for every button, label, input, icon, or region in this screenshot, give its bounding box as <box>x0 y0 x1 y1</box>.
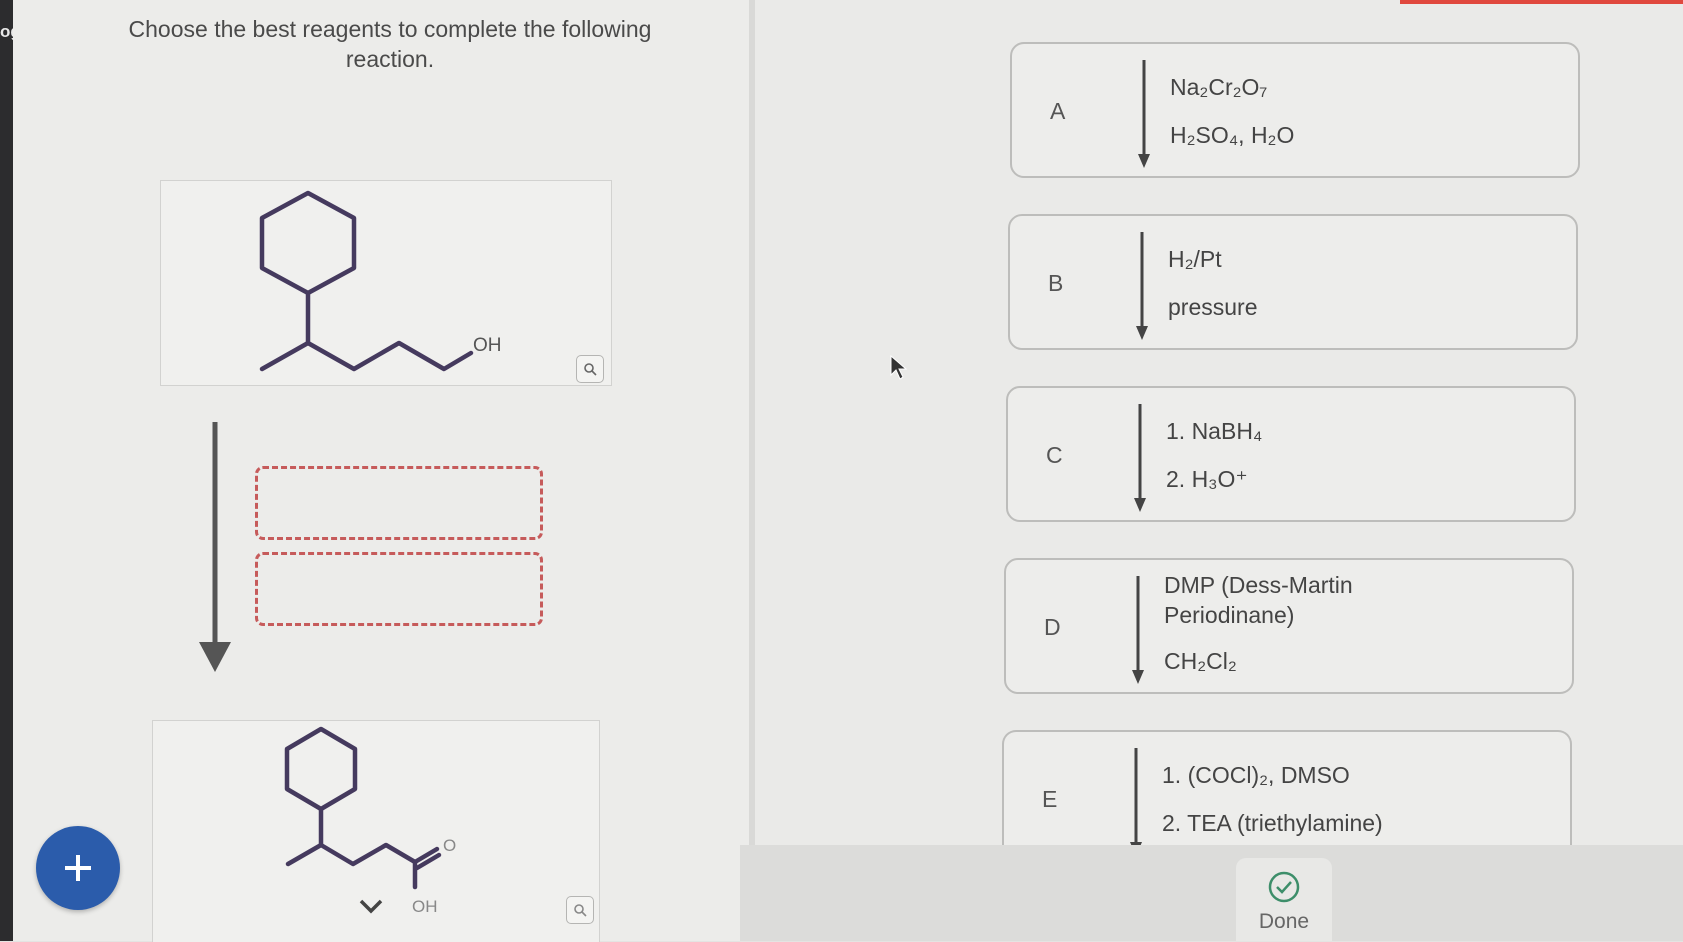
magnifier-icon <box>584 363 597 376</box>
reagent-drop-slot-2[interactable] <box>255 552 543 626</box>
option-letter: B <box>1048 270 1064 296</box>
option-arrow <box>1132 576 1144 684</box>
reagent-option-a[interactable]: A Na₂Cr₂O₇ H₂SO₄, H₂O <box>1010 42 1580 178</box>
option-reagent-line-2: 2. TEA (triethylamine) <box>1162 810 1383 836</box>
question-text: Choose the best reagents to complete the… <box>128 16 652 72</box>
bottom-toolbar <box>740 845 1683 941</box>
reagent-option-c[interactable]: C 1. NaBH₄ 2. H₃O⁺ <box>1006 386 1576 522</box>
reagent-option-b[interactable]: B H₂/Pt pressure <box>1008 214 1578 350</box>
reaction-arrow <box>199 422 231 672</box>
option-letter: D <box>1044 614 1061 640</box>
option-reagent-line-2: 2. H₃O⁺ <box>1166 466 1248 492</box>
reagent-option-e[interactable]: E 1. (COCl)₂, DMSO 2. TEA (triethylamine… <box>1002 730 1572 856</box>
option-arrow <box>1130 748 1142 856</box>
reagent-drop-slot-1[interactable] <box>255 466 543 540</box>
starting-material-box: OH <box>160 180 612 386</box>
option-reagent-line-2: H₂SO₄, H₂O <box>1170 122 1295 148</box>
option-reagent-line-2: pressure <box>1168 294 1258 320</box>
done-label: Done <box>1258 910 1310 933</box>
top-accent-bar <box>1400 0 1683 4</box>
option-reagent-line-1: 1. NaBH₄ <box>1166 418 1263 444</box>
zoom-button-product[interactable] <box>566 896 594 924</box>
plus-icon <box>65 855 91 881</box>
product-o-label: O <box>443 836 456 855</box>
option-arrow <box>1136 232 1148 340</box>
option-letter: E <box>1042 786 1058 812</box>
starting-material-oh-label: OH <box>473 335 502 356</box>
left-edge-strip: og <box>0 0 21 941</box>
option-arrow <box>1138 60 1150 168</box>
done-button[interactable]: Done <box>1236 858 1332 941</box>
option-reagent-line-2: CH₂Cl₂ <box>1164 648 1237 674</box>
reagent-option-d[interactable]: D DMP (Dess-Martin Periodinane) CH₂Cl₂ <box>1004 558 1574 694</box>
option-reagent-line-1: DMP (Dess-Martin Periodinane) <box>1164 572 1353 628</box>
mouse-pointer-icon <box>890 355 908 380</box>
option-letter: C <box>1046 442 1063 468</box>
check-circle-icon <box>1268 871 1300 903</box>
chevron-down-icon[interactable] <box>358 898 384 914</box>
product-oh-label: OH <box>412 897 438 916</box>
add-button[interactable] <box>36 826 120 910</box>
option-reagent-line-1: Na₂Cr₂O₇ <box>1170 74 1268 100</box>
zoom-button-starting[interactable] <box>576 355 604 383</box>
option-arrow <box>1134 404 1146 512</box>
magnifier-icon <box>574 904 587 917</box>
starting-material-structure: OH <box>259 190 502 372</box>
option-reagent-line-1: 1. (COCl)₂, DMSO <box>1162 762 1350 788</box>
option-reagent-line-1: H₂/Pt <box>1168 246 1222 272</box>
option-letter: A <box>1050 98 1066 124</box>
